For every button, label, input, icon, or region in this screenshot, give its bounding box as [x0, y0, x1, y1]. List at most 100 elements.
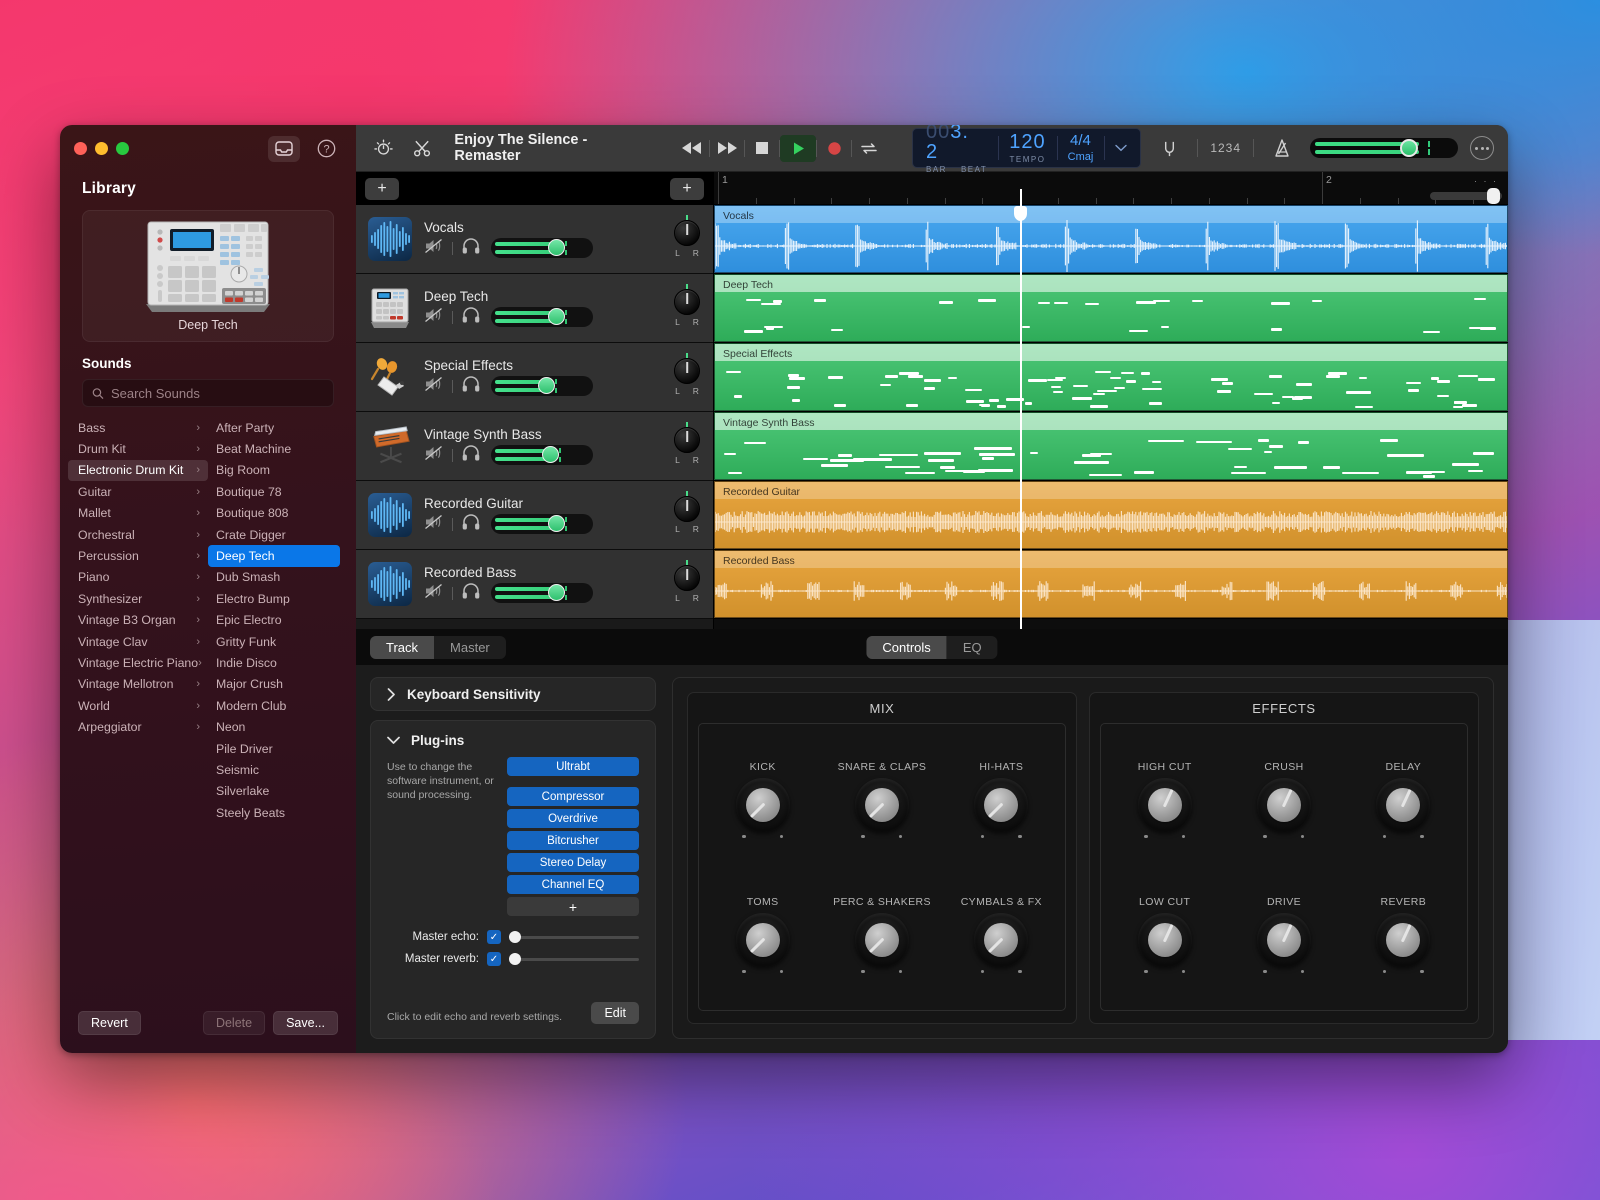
- sound-row[interactable]: Pile Driver: [208, 738, 340, 759]
- category-row[interactable]: Vintage B3 Organ ›: [68, 610, 208, 631]
- region[interactable]: Deep Tech: [714, 274, 1508, 342]
- add-track-button[interactable]: +: [365, 177, 399, 200]
- timeline[interactable]: · · · 123 Vocals Deep Tech Special Effec…: [714, 172, 1508, 629]
- track-pan-control[interactable]: L R: [669, 422, 705, 465]
- solo-button[interactable]: [462, 375, 480, 397]
- track-header[interactable]: Special Effects L R: [356, 343, 713, 412]
- knob-body[interactable]: [854, 777, 909, 832]
- plugin-effect-button[interactable]: Compressor: [507, 787, 639, 806]
- pan-knob[interactable]: [674, 215, 700, 246]
- track-volume-slider[interactable]: [491, 445, 593, 465]
- knob-control[interactable]: SNARE & CLAPS: [822, 761, 941, 839]
- sound-row[interactable]: Electro Bump: [208, 588, 340, 609]
- pan-knob[interactable]: [674, 284, 700, 315]
- knob-body[interactable]: [735, 912, 790, 967]
- knob-body[interactable]: [1137, 777, 1192, 832]
- track-instrument-icon[interactable]: [368, 493, 412, 537]
- revert-button[interactable]: Revert: [78, 1011, 141, 1035]
- track-lane[interactable]: Vintage Synth Bass: [714, 412, 1508, 481]
- sound-row[interactable]: Neon: [208, 716, 340, 737]
- track-instrument-icon[interactable]: [368, 562, 412, 606]
- track-volume-slider[interactable]: [491, 583, 593, 603]
- sound-row[interactable]: Dub Smash: [208, 567, 340, 588]
- category-row[interactable]: Electronic Drum Kit ›: [68, 459, 208, 482]
- mute-button[interactable]: [424, 307, 443, 328]
- track-volume-knob[interactable]: [548, 239, 565, 256]
- tab-controls[interactable]: Controls: [866, 635, 947, 659]
- slider-knob[interactable]: [509, 953, 521, 965]
- track-volume-slider[interactable]: [491, 307, 593, 327]
- knob-control[interactable]: LOW CUT: [1105, 896, 1224, 974]
- knob-body[interactable]: [1376, 777, 1431, 832]
- track-header[interactable]: Recorded Bass L R: [356, 550, 713, 619]
- master-reverb-checkbox[interactable]: ✓: [487, 952, 501, 966]
- more-options-button[interactable]: [1470, 136, 1495, 160]
- play-button[interactable]: [780, 134, 816, 162]
- knob-control[interactable]: TOMS: [703, 896, 822, 974]
- master-echo-slider[interactable]: [509, 930, 639, 944]
- knob-control[interactable]: KICK: [703, 761, 822, 839]
- track-volume-knob[interactable]: [548, 308, 565, 325]
- tab-track[interactable]: Track: [370, 635, 435, 659]
- slider-knob[interactable]: [509, 931, 521, 943]
- region[interactable]: Vintage Synth Bass: [714, 412, 1508, 480]
- track-header[interactable]: Deep Tech L R: [356, 274, 713, 343]
- solo-button[interactable]: [462, 237, 480, 259]
- knob-control[interactable]: CYMBALS & FX: [942, 896, 1061, 974]
- track-volume-knob[interactable]: [538, 377, 555, 394]
- library-toggle-button[interactable]: [268, 135, 300, 162]
- stop-button[interactable]: [745, 134, 779, 162]
- sound-row[interactable]: Crate Digger: [208, 524, 340, 545]
- minimize-window-button[interactable]: [95, 142, 108, 155]
- plugin-instrument-button[interactable]: Ultrabt: [507, 757, 639, 776]
- track-header[interactable]: Recorded Guitar L R: [356, 481, 713, 550]
- add-plugin-button[interactable]: +: [507, 897, 639, 916]
- sound-row[interactable]: Steely Beats: [208, 802, 340, 823]
- lcd-position[interactable]: 003. 2 BAR BEAT: [915, 125, 998, 174]
- count-in-label[interactable]: 1234: [1210, 141, 1241, 155]
- timeline-zoom-knob[interactable]: [1487, 188, 1500, 204]
- track-lane[interactable]: Special Effects: [714, 343, 1508, 412]
- knob-body[interactable]: [1256, 777, 1311, 832]
- plugin-effect-button[interactable]: Channel EQ: [507, 875, 639, 894]
- category-row[interactable]: Piano ›: [68, 567, 208, 588]
- knob-control[interactable]: DRIVE: [1224, 896, 1343, 974]
- sound-row[interactable]: Gritty Funk: [208, 631, 340, 652]
- knob-body[interactable]: [1256, 912, 1311, 967]
- track-pan-control[interactable]: L R: [669, 284, 705, 327]
- timeline-ruler[interactable]: · · · 123: [714, 172, 1508, 205]
- solo-button[interactable]: [462, 306, 480, 328]
- sound-row[interactable]: After Party: [208, 417, 340, 438]
- category-row[interactable]: Orchestral ›: [68, 524, 208, 545]
- track-pan-control[interactable]: L R: [669, 560, 705, 603]
- category-row[interactable]: Arpeggiator ›: [68, 716, 208, 737]
- track-lane[interactable]: Recorded Bass: [714, 550, 1508, 619]
- add-region-button[interactable]: +: [670, 177, 704, 200]
- category-row[interactable]: Bass ›: [68, 417, 208, 438]
- solo-button[interactable]: [462, 444, 480, 466]
- track-instrument-icon[interactable]: [368, 286, 412, 330]
- sound-row[interactable]: Silverlake: [208, 781, 340, 802]
- knob-body[interactable]: [1376, 912, 1431, 967]
- master-echo-checkbox[interactable]: ✓: [487, 930, 501, 944]
- master-reverb-slider[interactable]: [509, 952, 639, 966]
- pan-knob[interactable]: [674, 422, 700, 453]
- knob-control[interactable]: CRUSH: [1224, 761, 1343, 839]
- knob-body[interactable]: [1137, 912, 1192, 967]
- knob-body[interactable]: [974, 777, 1029, 832]
- track-lane[interactable]: Vocals: [714, 205, 1508, 274]
- sound-row[interactable]: Seismic: [208, 759, 340, 780]
- region[interactable]: Vocals: [714, 205, 1508, 273]
- category-row[interactable]: Vintage Clav ›: [68, 631, 208, 652]
- window-traffic-lights[interactable]: [74, 142, 129, 155]
- category-row[interactable]: Guitar ›: [68, 481, 208, 502]
- category-row[interactable]: Drum Kit ›: [68, 438, 208, 459]
- region[interactable]: Recorded Guitar: [714, 481, 1508, 549]
- sound-row[interactable]: Epic Electro: [208, 610, 340, 631]
- knob-control[interactable]: HIGH CUT: [1105, 761, 1224, 839]
- master-volume-slider[interactable]: [1310, 138, 1459, 158]
- category-row[interactable]: World ›: [68, 695, 208, 716]
- controls-eq-segment[interactable]: Controls EQ: [866, 635, 998, 659]
- track-volume-slider[interactable]: [491, 376, 593, 396]
- category-row[interactable]: Vintage Electric Piano ›: [68, 652, 208, 673]
